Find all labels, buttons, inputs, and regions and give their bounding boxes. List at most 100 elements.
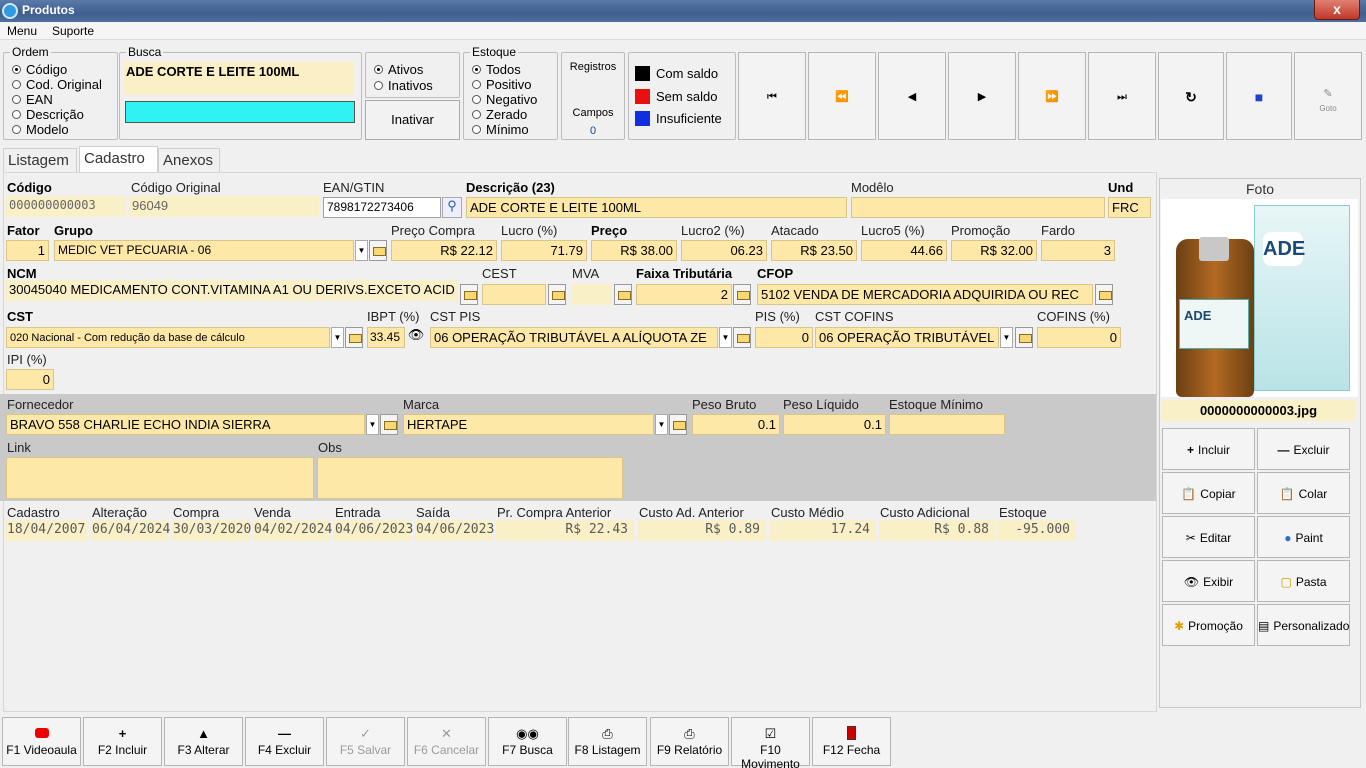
- tab-listagem[interactable]: Listagem: [3, 148, 77, 172]
- last-record-button[interactable]: ⏭: [1088, 52, 1156, 140]
- ordem-option-cod-original[interactable]: Cod. Original: [12, 77, 102, 92]
- cofins-field[interactable]: 0: [1037, 327, 1121, 348]
- busca-input[interactable]: [125, 101, 355, 123]
- estoque-option-minimo[interactable]: Mínimo: [472, 122, 529, 137]
- prev-record-button[interactable]: ◀: [878, 52, 946, 140]
- estoque-option-todos[interactable]: Todos: [472, 62, 521, 77]
- chevron-down-icon[interactable]: ▼: [655, 414, 668, 435]
- copiar-photo-button[interactable]: 📋 Copiar: [1162, 472, 1255, 514]
- cest-field[interactable]: [482, 284, 546, 305]
- chevron-down-icon[interactable]: ▼: [355, 240, 368, 261]
- marca-field[interactable]: HERTAPE: [403, 414, 654, 435]
- refresh-button[interactable]: ↻: [1158, 52, 1224, 140]
- promocao-photo-button[interactable]: ✱ Promoção: [1162, 604, 1255, 646]
- folder-icon[interactable]: [733, 327, 751, 348]
- ipi-field[interactable]: 0: [6, 369, 54, 390]
- next-page-button[interactable]: ⏩: [1018, 52, 1086, 140]
- paint-photo-button[interactable]: ● Paint: [1257, 516, 1350, 558]
- ibpt-field[interactable]: 33.45: [367, 327, 405, 348]
- promocao-field[interactable]: R$ 32.00: [951, 240, 1037, 261]
- fornecedor-field[interactable]: BRAVO 558 CHARLIE ECHO INDIA SIERRA: [6, 414, 365, 435]
- footer-button-f12[interactable]: F12 Fecha: [812, 717, 891, 766]
- eye-icon[interactable]: 👁: [405, 327, 427, 348]
- close-button[interactable]: x: [1314, 0, 1360, 20]
- peso-liquido-field[interactable]: 0.1: [783, 414, 886, 435]
- folder-icon[interactable]: [669, 414, 687, 435]
- folder-icon[interactable]: [380, 414, 398, 435]
- chevron-down-icon[interactable]: ▼: [1000, 327, 1013, 348]
- modelo-field[interactable]: [851, 197, 1105, 218]
- ordem-option-codigo[interactable]: Código: [12, 62, 67, 77]
- footer-button-f7[interactable]: ◉◉ F7 Busca: [488, 717, 567, 766]
- estoque-option-negativo[interactable]: Negativo: [472, 92, 537, 107]
- colar-photo-button[interactable]: 📋 Colar: [1257, 472, 1350, 514]
- search-icon[interactable]: ⚲: [442, 197, 462, 218]
- incluir-photo-button[interactable]: + Incluir: [1162, 428, 1255, 470]
- footer-button-f8[interactable]: ⎙ F8 Listagem: [568, 717, 647, 766]
- inativar-button[interactable]: Inativar: [365, 100, 460, 140]
- lucro5-field[interactable]: 44.66: [861, 240, 947, 261]
- lucro2-field[interactable]: 06.23: [681, 240, 767, 261]
- preco-compra-field[interactable]: R$ 22.12: [391, 240, 497, 261]
- footer-button-f1[interactable]: F1 Videoaula: [2, 717, 81, 766]
- goto-button[interactable]: ✎ Goto: [1294, 52, 1362, 140]
- footer-button-f3[interactable]: ▲ F3 Alterar: [164, 717, 243, 766]
- menu-item-suporte[interactable]: Suporte: [52, 24, 94, 38]
- folder-icon[interactable]: [548, 284, 566, 305]
- chevron-down-icon[interactable]: ▼: [366, 414, 379, 435]
- pis-field[interactable]: 0: [755, 327, 813, 348]
- footer-button-f9[interactable]: ⎙ F9 Relatório: [650, 717, 729, 766]
- cst-cofins-field[interactable]: 06 OPERAÇÃO TRIBUTÁVEL: [815, 327, 999, 348]
- first-record-button[interactable]: ⏮: [738, 52, 806, 140]
- prev-page-button[interactable]: ⏪: [808, 52, 876, 140]
- folder-icon[interactable]: [369, 240, 387, 261]
- folder-icon[interactable]: [1095, 284, 1113, 305]
- tab-cadastro[interactable]: Cadastro: [79, 146, 158, 173]
- ordem-option-descricao[interactable]: Descrição: [12, 107, 84, 122]
- pasta-photo-button[interactable]: ▢ Pasta: [1257, 560, 1350, 602]
- footer-button-f2[interactable]: + F2 Incluir: [83, 717, 162, 766]
- descricao-field[interactable]: ADE CORTE E LEITE 100ML: [466, 197, 847, 218]
- fator-field[interactable]: 1: [6, 240, 49, 261]
- ean-field[interactable]: 7898172273406: [323, 197, 441, 218]
- ordem-option-modelo[interactable]: Modelo: [12, 122, 69, 137]
- status-option-inativos[interactable]: Inativos: [374, 78, 433, 93]
- fardo-field[interactable]: 3: [1041, 240, 1115, 261]
- folder-icon[interactable]: [460, 284, 478, 305]
- und-field[interactable]: FRC: [1108, 197, 1151, 218]
- cst-pis-field[interactable]: 06 OPERAÇÃO TRIBUTÁVEL A ALÍQUOTA ZE: [430, 327, 718, 348]
- estoque-option-zerado[interactable]: Zerado: [472, 107, 527, 122]
- folder-icon[interactable]: [1015, 327, 1033, 348]
- footer-button-f5[interactable]: ✓ F5 Salvar: [326, 717, 405, 766]
- ordem-option-ean[interactable]: EAN: [12, 92, 53, 107]
- obs-field[interactable]: [317, 457, 623, 499]
- faixa-field[interactable]: 2: [636, 284, 732, 305]
- cst-field[interactable]: 020 Nacional - Com redução da base de cá…: [6, 327, 330, 348]
- folder-icon[interactable]: [345, 327, 363, 348]
- estoque-minimo-field[interactable]: [889, 414, 1005, 435]
- grupo-field[interactable]: MEDIC VET PECUARIA - 06: [54, 240, 354, 261]
- menu-item-menu[interactable]: Menu: [7, 24, 37, 38]
- footer-button-f4[interactable]: — F4 Excluir: [245, 717, 324, 766]
- folder-icon[interactable]: [614, 284, 632, 305]
- link-field[interactable]: [6, 457, 314, 499]
- chevron-down-icon[interactable]: ▼: [719, 327, 732, 348]
- folder-icon[interactable]: [733, 284, 751, 305]
- excluir-photo-button[interactable]: — Excluir: [1257, 428, 1350, 470]
- eraser-button[interactable]: ■: [1226, 52, 1292, 140]
- editar-photo-button[interactable]: ✂ Editar: [1162, 516, 1255, 558]
- exibir-photo-button[interactable]: 👁 Exibir: [1162, 560, 1255, 602]
- atacado-field[interactable]: R$ 23.50: [771, 240, 857, 261]
- personalizado-photo-button[interactable]: ▤ Personalizado: [1257, 604, 1350, 646]
- ncm-field[interactable]: 30045040 MEDICAMENTO CONT.VITAMINA A1 OU…: [6, 280, 458, 301]
- lucro-field[interactable]: 71.79: [501, 240, 587, 261]
- footer-button-f10[interactable]: ☑ F10 Movimento: [731, 717, 810, 768]
- cfop-field[interactable]: 5102 VENDA DE MERCADORIA ADQUIRIDA OU RE…: [757, 284, 1093, 305]
- status-option-ativos[interactable]: Ativos: [374, 62, 423, 77]
- preco-field[interactable]: R$ 38.00: [591, 240, 677, 261]
- chevron-down-icon[interactable]: ▼: [331, 327, 344, 348]
- next-record-button[interactable]: ▶: [948, 52, 1016, 140]
- tab-anexos[interactable]: Anexos: [158, 148, 220, 172]
- footer-button-f6[interactable]: ✕ F6 Cancelar: [407, 717, 486, 766]
- peso-bruto-field[interactable]: 0.1: [692, 414, 780, 435]
